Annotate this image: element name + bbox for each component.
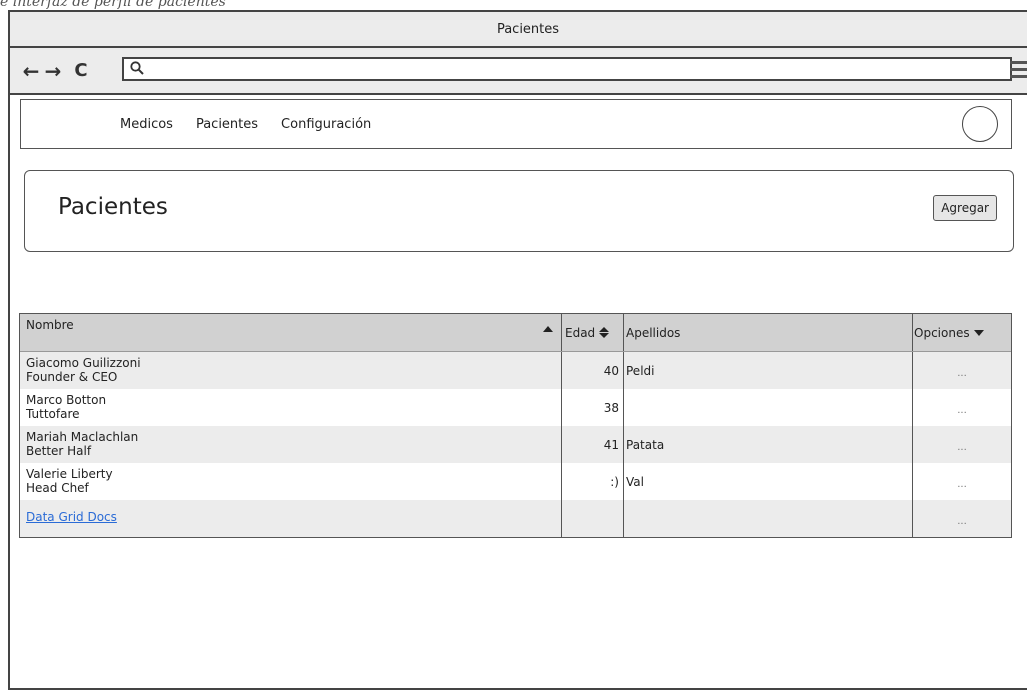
table-row[interactable]: Marco Botton Tuttofare 38 ... — [20, 389, 1011, 426]
url-input[interactable] — [144, 59, 1010, 79]
patient-role: Tuttofare — [26, 407, 80, 421]
grid-header-row: Nombre Edad Apellidos Opciones — [20, 314, 1011, 352]
row-options-button[interactable]: ... — [912, 500, 1011, 537]
patient-name: Giacomo Guilizzoni — [26, 356, 141, 370]
table-row: Data Grid Docs ... — [20, 500, 1011, 537]
cell-edad: 40 — [561, 352, 623, 389]
cell-edad: :) — [561, 463, 623, 500]
table-row[interactable]: Giacomo Guilizzoni Founder & CEO 40 Peld… — [20, 352, 1011, 389]
cell-edad — [561, 500, 623, 537]
column-header-nombre[interactable]: Nombre — [20, 314, 561, 351]
search-icon — [130, 60, 144, 79]
avatar[interactable] — [962, 106, 998, 142]
page-header-card: Pacientes Agregar — [24, 170, 1014, 252]
data-grid-docs-link[interactable]: Data Grid Docs — [26, 510, 143, 524]
column-header-label: Apellidos — [626, 325, 681, 340]
column-header-opciones[interactable]: Opciones — [912, 314, 1011, 351]
hamburger-menu-icon[interactable] — [1010, 61, 1027, 82]
table-row[interactable]: Valerie Liberty Head Chef :) Val ... — [20, 463, 1011, 500]
row-options-button[interactable]: ... — [912, 463, 1011, 500]
nav-item-pacientes[interactable]: Pacientes — [196, 117, 258, 132]
table-row[interactable]: Mariah Maclachlan Better Half 41 Patata … — [20, 426, 1011, 463]
patient-role: Head Chef — [26, 481, 89, 495]
cell-nombre: Marco Botton Tuttofare — [20, 389, 561, 426]
row-options-button[interactable]: ... — [912, 352, 1011, 389]
column-header-label: Nombre — [26, 318, 74, 332]
arrow-right-icon[interactable]: → — [42, 59, 64, 83]
sort-toggle-icon[interactable] — [599, 327, 610, 338]
column-header-label: Edad — [565, 325, 596, 340]
reload-icon[interactable]: C — [70, 60, 92, 81]
cell-apellidos — [623, 500, 912, 537]
cell-apellidos: Val — [623, 463, 912, 500]
column-header-edad[interactable]: Edad — [561, 314, 623, 351]
cell-edad: 38 — [561, 389, 623, 426]
url-bar[interactable] — [122, 57, 1012, 81]
page-title: Pacientes — [58, 194, 168, 220]
cell-nombre: Valerie Liberty Head Chef — [20, 463, 561, 500]
cell-edad: 41 — [561, 426, 623, 463]
cell-apellidos: Patata — [623, 426, 912, 463]
cell-apellidos: Peldi — [623, 352, 912, 389]
column-header-label: Opciones — [914, 325, 970, 340]
cell-nombre: Data Grid Docs — [20, 500, 561, 537]
page-caption: e interfaz de perfil de pacientes — [0, 0, 226, 10]
add-button[interactable]: Agregar — [933, 195, 997, 221]
window-title: Pacientes — [496, 21, 560, 37]
chevron-down-icon[interactable] — [973, 329, 984, 336]
patient-name: Marco Botton — [26, 393, 107, 407]
window-titlebar: Pacientes — [10, 12, 1027, 48]
cell-apellidos — [623, 389, 912, 426]
cell-nombre: Mariah Maclachlan Better Half — [20, 426, 561, 463]
sort-ascending-icon[interactable] — [543, 326, 553, 332]
top-navigation: Medicos Pacientes Configuración — [20, 99, 1012, 149]
patient-role: Founder & CEO — [26, 370, 118, 384]
cell-nombre: Giacomo Guilizzoni Founder & CEO — [20, 352, 561, 389]
patient-name: Valerie Liberty — [26, 467, 113, 481]
patient-name: Mariah Maclachlan — [26, 430, 139, 444]
nav-item-configuracion[interactable]: Configuración — [281, 117, 371, 132]
arrow-left-icon[interactable]: ← — [20, 59, 42, 83]
row-options-button[interactable]: ... — [912, 389, 1011, 426]
patient-role: Better Half — [26, 444, 92, 458]
patients-data-grid: Nombre Edad Apellidos Opciones Giacomo G… — [19, 313, 1012, 538]
nav-item-medicos[interactable]: Medicos — [120, 117, 173, 132]
browser-toolbar: ← → C — [10, 48, 1027, 95]
row-options-button[interactable]: ... — [912, 426, 1011, 463]
column-header-apellidos[interactable]: Apellidos — [623, 314, 912, 351]
